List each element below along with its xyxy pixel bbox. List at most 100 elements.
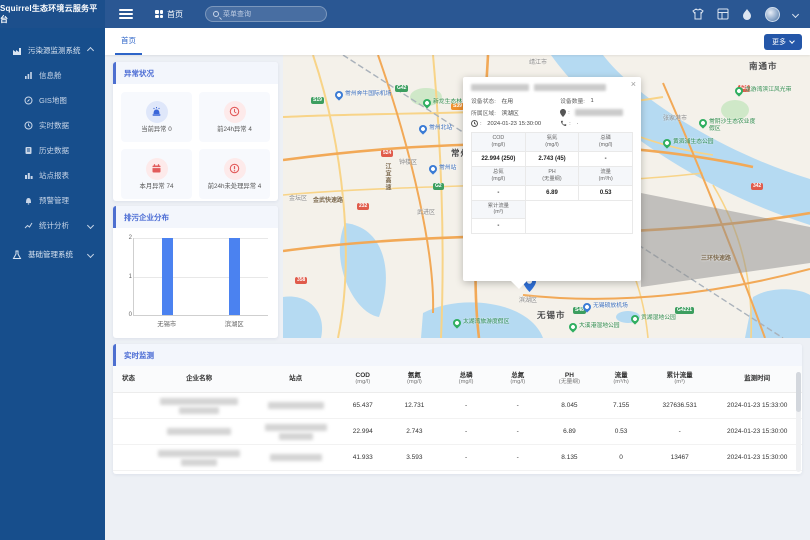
poi-gonghu-wetland[interactable]: 贡湖湿地公园 <box>631 315 676 323</box>
y-tick: 0 <box>122 312 132 318</box>
location-icon <box>560 109 566 117</box>
map-label-wujin: 武进区 <box>417 207 435 216</box>
layout-icon[interactable] <box>717 8 729 20</box>
station-name-redacted <box>254 402 337 409</box>
more-button[interactable]: 更多 <box>764 34 802 50</box>
menu-toggle-icon[interactable] <box>119 9 133 19</box>
enterprise-distribution-panel: 排污企业分布 2 1 0 无锡市 滨湖区 <box>113 206 278 338</box>
popup-metrics-table: COD(mg/l) 氨氮(mg/l) 总磷(mg/l) 22.994 (250)… <box>471 132 633 234</box>
device-address-redacted: : <box>560 109 633 117</box>
device-time: : 2024-01-23 15:30:00 <box>471 120 560 127</box>
sidebar-item-realtime-data[interactable]: 实时数据 <box>0 113 105 138</box>
poi-changzhou-north-station[interactable]: 常州北站 <box>419 125 452 133</box>
tab-home[interactable]: 首页 <box>115 28 142 55</box>
card-month-abnormal[interactable]: 本月异常 74 <box>121 149 192 199</box>
map-label-sanhuan-expy: 三环快速路 <box>701 253 731 262</box>
map-label-jingjiang: 靖江市 <box>529 57 547 66</box>
bar-binhu[interactable] <box>229 238 240 315</box>
map-label-zhonglou: 钟楼区 <box>399 157 417 166</box>
station-info-popup: × 设备状态: 在用 设备数量: 1 所属区域: 滨湖区 : : 2024-01… <box>463 77 641 281</box>
flame-icon[interactable] <box>742 8 752 20</box>
sidebar-item-statistics[interactable]: 统计分析 <box>0 213 105 238</box>
map-label-jiangyi-expy: 江宜高速 <box>383 163 392 191</box>
dashboard-icon <box>24 71 33 80</box>
clock-icon <box>471 120 478 127</box>
sidebar: 污染源监测系统 信息舱 GIS地图 实时数据 历史数据 站点报表 预警管理 统计… <box>0 28 105 540</box>
bell-icon <box>24 196 33 205</box>
user-menu-chevron-icon[interactable] <box>792 10 799 17</box>
sidebar-item-history-data[interactable]: 历史数据 <box>0 138 105 163</box>
road-shield: 342 <box>751 183 763 190</box>
poi-wuxi-airport[interactable]: 无锡硕放机场 <box>583 303 628 311</box>
table-row[interactable]: 22.994 2.743 - - 6.89 0.53 - 2024-01-23 … <box>113 419 802 445</box>
bar-chart: 2 1 0 <box>133 238 268 316</box>
app-logo: Squirrel生态环境云服务平台 <box>0 0 105 28</box>
gis-map[interactable]: S19 G42 S39 232 358 G2 524 526 342 G4221… <box>283 55 810 338</box>
table-row[interactable]: 65.437 12.731 - - 8.045 7.155 327636.531… <box>113 393 802 419</box>
card-24h-unhandled-abnormal[interactable]: 前24h未处理异常 4 <box>199 149 270 199</box>
abnormal-status-panel: 异常状况 当前异常 0 前24h异常 4 本月异常 74 前24h未处理异常 4 <box>113 62 278 201</box>
factory-icon <box>12 46 22 56</box>
poi-longyouwan-scenic[interactable]: 龙游湾滨江风光带 <box>735 87 791 95</box>
calendar-icon <box>146 158 168 180</box>
panel-title: 实时监测 <box>113 344 802 366</box>
popup-pointer <box>511 281 527 289</box>
road-shield: G2 <box>433 183 444 190</box>
menu-search-input[interactable]: 菜单查询 <box>205 6 327 22</box>
more-chevron-icon <box>789 38 795 44</box>
poi-changzhou-airport[interactable]: 常州奔牛国际机场 <box>335 91 391 99</box>
poi-xinlong-forest[interactable]: 新龙生态林 <box>423 99 462 107</box>
bar-wuxi[interactable] <box>162 238 173 315</box>
siren-icon <box>146 101 168 123</box>
search-icon <box>213 11 219 17</box>
device-region: 滨湖区 <box>501 108 518 117</box>
map-label-wuxi: 无锡市 <box>537 309 566 321</box>
road-shield: S19 <box>311 97 324 104</box>
road-shield: 524 <box>381 150 393 157</box>
poi-taihuwan-resort[interactable]: 太湖湾旅游度假区 <box>453 319 509 327</box>
sidebar-item-alert-manage[interactable]: 预警管理 <box>0 188 105 213</box>
card-24h-abnormal[interactable]: 前24h异常 4 <box>199 92 270 142</box>
user-avatar[interactable] <box>765 7 780 22</box>
home-grid-icon <box>155 10 163 18</box>
map-label-nantong: 南通市 <box>749 60 778 72</box>
warning-circle-icon <box>224 158 246 180</box>
tab-strip: 首页 更多 <box>105 28 810 55</box>
table-header: 状态 企业名称 站点 COD(mg/l) 氨氮(mg/l) 总磷(mg/l) 总… <box>113 366 802 393</box>
map-label-zhangjiagang: 张家港市 <box>663 113 687 122</box>
sidebar-item-info-hub[interactable]: 信息舱 <box>0 63 105 88</box>
enterprise-name-redacted <box>144 428 254 435</box>
theme-icon[interactable] <box>692 8 704 20</box>
sidebar-item-station-report[interactable]: 站点报表 <box>0 163 105 188</box>
table-scrollbar[interactable] <box>796 372 801 472</box>
road-shield: G42 <box>395 85 408 92</box>
x-label: 滨湖区 <box>201 319 269 328</box>
station-name-redacted <box>254 424 337 440</box>
table-row[interactable]: 41.933 3.593 - - 8.135 0 13467 2024-01-2… <box>113 445 802 471</box>
history-icon <box>24 146 33 155</box>
enterprise-name-redacted <box>144 450 254 466</box>
compass-icon <box>24 96 33 105</box>
poi-daxigang-wetland[interactable]: 大溪港湿地公园 <box>569 323 620 331</box>
alert-clock-icon <box>224 101 246 123</box>
poi-huangsipu-park[interactable]: 黄泗浦生态公园 <box>663 139 714 147</box>
y-tick: 2 <box>122 235 132 241</box>
phone-icon <box>560 120 567 127</box>
y-tick: 1 <box>122 274 132 280</box>
search-placeholder: 菜单查询 <box>223 9 251 19</box>
station-name-redacted <box>254 454 337 461</box>
card-current-abnormal[interactable]: 当前异常 0 <box>121 92 192 142</box>
map-label-binhu: 滨湖区 <box>519 295 537 304</box>
nav-home[interactable]: 首页 <box>155 9 183 20</box>
sidebar-section-pollution-monitor[interactable]: 污染源监测系统 <box>0 38 105 63</box>
poi-changzhou-station[interactable]: 常州站 <box>429 165 456 173</box>
expand-chevron-icon <box>87 251 94 258</box>
report-icon <box>24 171 33 180</box>
device-count: 1 <box>591 98 594 104</box>
sidebar-section-base-manage[interactable]: 基础管理系统 <box>0 242 105 267</box>
line-chart-icon <box>24 221 33 230</box>
road-shield: G4221 <box>675 307 694 314</box>
poi-changyinsha-resort[interactable]: 常阴沙生态农业度假区 <box>699 119 761 132</box>
popup-close-icon[interactable]: × <box>631 79 636 89</box>
sidebar-item-gis-map[interactable]: GIS地图 <box>0 88 105 113</box>
